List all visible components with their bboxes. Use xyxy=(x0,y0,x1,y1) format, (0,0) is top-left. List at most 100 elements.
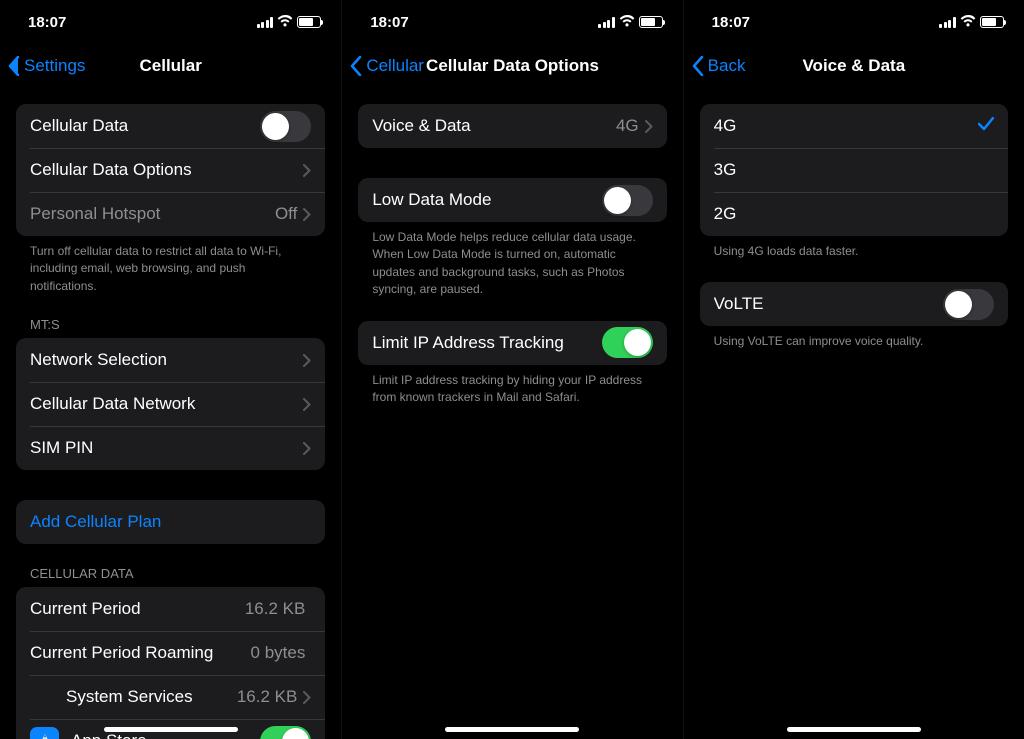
current-period-value: 16.2 KB xyxy=(245,599,306,619)
row-network-selection[interactable]: Network Selection xyxy=(16,338,325,382)
hotspot-label: Personal Hotspot xyxy=(30,204,275,224)
row-cellular-options[interactable]: Cellular Data Options xyxy=(16,148,325,192)
status-icons xyxy=(598,15,663,29)
row-system-services[interactable]: System Services 16.2 KB xyxy=(16,675,325,719)
low-data-footer: Low Data Mode helps reduce cellular data… xyxy=(358,222,666,299)
network-selection-label: Network Selection xyxy=(30,350,303,370)
navbar: Back Voice & Data xyxy=(684,44,1024,88)
chevron-right-icon xyxy=(303,208,311,221)
row-low-data[interactable]: Low Data Mode xyxy=(358,178,666,222)
limit-ip-footer: Limit IP address tracking by hiding your… xyxy=(358,365,666,407)
navbar: Settings Cellular xyxy=(0,44,341,88)
group-cellular: Cellular Data Cellular Data Options Pers… xyxy=(16,104,325,236)
content[interactable]: Voice & Data 4G Low Data Mode Low Data M… xyxy=(342,88,682,739)
home-indicator[interactable] xyxy=(787,727,921,732)
back-label: Settings xyxy=(24,56,85,76)
group-volte: VoLTE xyxy=(700,282,1008,326)
chevron-right-icon xyxy=(645,120,653,133)
carrier-header: MT:S xyxy=(16,295,325,338)
add-plan-label: Add Cellular Plan xyxy=(30,512,311,532)
row-add-plan[interactable]: Add Cellular Plan xyxy=(16,500,325,544)
battery-icon xyxy=(980,16,1004,28)
volte-footer: Using VoLTE can improve voice quality. xyxy=(700,326,1008,350)
home-indicator[interactable] xyxy=(445,727,579,732)
volte-toggle[interactable] xyxy=(943,289,994,320)
voice-data-value: 4G xyxy=(616,116,639,136)
signal-icon xyxy=(598,17,615,28)
status-time: 18:07 xyxy=(712,14,750,31)
navbar: Cellular Cellular Data Options xyxy=(342,44,682,88)
status-bar: 18:07 xyxy=(342,0,682,44)
wifi-icon xyxy=(619,15,635,29)
low-data-label: Low Data Mode xyxy=(372,190,601,210)
opt-3g-label: 3G xyxy=(714,160,994,180)
group-limit-ip: Limit IP Address Tracking xyxy=(358,321,666,365)
limit-ip-toggle[interactable] xyxy=(602,327,653,358)
voice-data-label: Voice & Data xyxy=(372,116,616,136)
hotspot-value: Off xyxy=(275,204,297,224)
chevron-right-icon xyxy=(303,691,311,704)
usage-header: CELLULAR DATA xyxy=(16,544,325,587)
row-voice-data[interactable]: Voice & Data 4G xyxy=(358,104,666,148)
battery-icon xyxy=(297,16,321,28)
checkmark-icon xyxy=(978,116,994,136)
group-network-type: 4G 3G 2G xyxy=(700,104,1008,236)
sim-pin-label: SIM PIN xyxy=(30,438,303,458)
chevron-right-icon xyxy=(303,164,311,177)
row-sim-pin[interactable]: SIM PIN xyxy=(16,426,325,470)
back-button[interactable]: Settings xyxy=(8,56,85,76)
appstore-label: App Store xyxy=(71,731,260,739)
chevron-left-icon xyxy=(350,56,362,76)
network-footer: Using 4G loads data faster. xyxy=(700,236,1008,260)
appstore-toggle[interactable] xyxy=(260,726,311,739)
back-button[interactable]: Back xyxy=(692,56,746,76)
cellular-options-label: Cellular Data Options xyxy=(30,160,303,180)
limit-ip-label: Limit IP Address Tracking xyxy=(372,333,601,353)
content[interactable]: Cellular Data Cellular Data Options Pers… xyxy=(0,88,341,739)
row-4g[interactable]: 4G xyxy=(700,104,1008,148)
row-volte[interactable]: VoLTE xyxy=(700,282,1008,326)
cellular-data-toggle[interactable] xyxy=(260,111,311,142)
row-2g[interactable]: 2G xyxy=(700,192,1008,236)
row-roaming[interactable]: Current Period Roaming 0 bytes xyxy=(16,631,325,675)
battery-icon xyxy=(639,16,663,28)
status-time: 18:07 xyxy=(370,14,408,31)
content[interactable]: 4G 3G 2G Using 4G loads data faster. VoL… xyxy=(684,88,1024,739)
group-low-data: Low Data Mode xyxy=(358,178,666,222)
status-bar: 18:07 xyxy=(684,0,1024,44)
phone-cellular: 18:07 Settings Cellular Cellular Data Ce… xyxy=(0,0,341,739)
system-services-value: 16.2 KB xyxy=(237,687,298,707)
chevron-left-icon xyxy=(8,56,20,76)
phone-data-options: 18:07 Cellular Cellular Data Options Voi… xyxy=(341,0,682,739)
roaming-value: 0 bytes xyxy=(251,643,306,663)
group-voice-data: Voice & Data 4G xyxy=(358,104,666,148)
opt-4g-label: 4G xyxy=(714,116,978,136)
back-label: Cellular xyxy=(366,56,424,76)
status-icons xyxy=(939,15,1004,29)
row-hotspot[interactable]: Personal Hotspot Off xyxy=(16,192,325,236)
roaming-label: Current Period Roaming xyxy=(30,643,251,663)
row-3g[interactable]: 3G xyxy=(700,148,1008,192)
chevron-right-icon xyxy=(303,398,311,411)
cellular-data-label: Cellular Data xyxy=(30,116,260,136)
low-data-toggle[interactable] xyxy=(602,185,653,216)
back-label: Back xyxy=(708,56,746,76)
volte-label: VoLTE xyxy=(714,294,943,314)
chevron-right-icon xyxy=(303,354,311,367)
row-current-period[interactable]: Current Period 16.2 KB xyxy=(16,587,325,631)
chevron-right-icon xyxy=(303,442,311,455)
cellular-footer: Turn off cellular data to restrict all d… xyxy=(16,236,325,295)
row-data-network[interactable]: Cellular Data Network xyxy=(16,382,325,426)
wifi-icon xyxy=(277,15,293,29)
row-limit-ip[interactable]: Limit IP Address Tracking xyxy=(358,321,666,365)
status-bar: 18:07 xyxy=(0,0,341,44)
current-period-label: Current Period xyxy=(30,599,245,619)
group-carrier: Network Selection Cellular Data Network … xyxy=(16,338,325,470)
back-button[interactable]: Cellular xyxy=(350,56,424,76)
home-indicator[interactable] xyxy=(104,727,238,732)
row-cellular-data[interactable]: Cellular Data xyxy=(16,104,325,148)
wifi-icon xyxy=(960,15,976,29)
data-network-label: Cellular Data Network xyxy=(30,394,303,414)
appstore-icon xyxy=(30,727,59,739)
system-services-label: System Services xyxy=(66,687,237,707)
